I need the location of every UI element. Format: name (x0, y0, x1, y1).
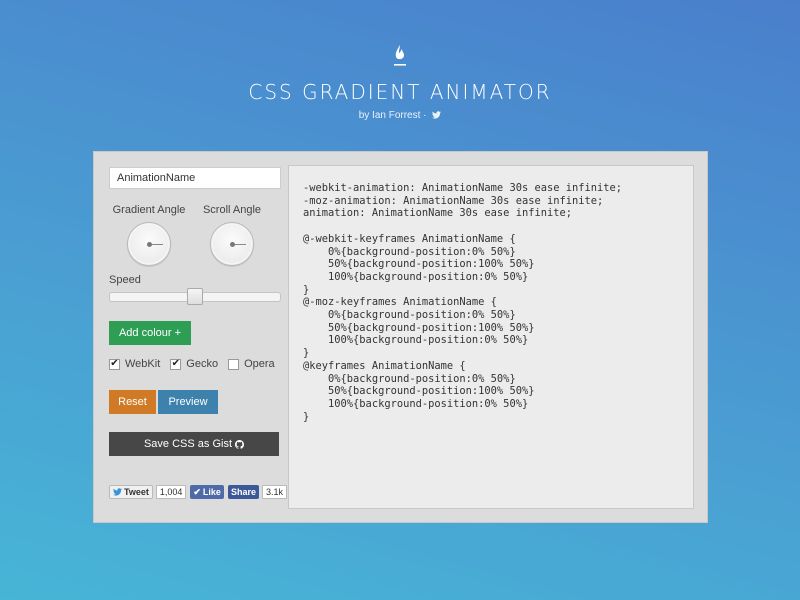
gradient-angle-knob[interactable] (127, 222, 171, 266)
knob-center (230, 242, 235, 247)
share-button[interactable]: Share (227, 485, 259, 499)
like-label: Like (202, 487, 221, 497)
checkbox-checked-icon[interactable]: ✔ (170, 358, 182, 370)
speed-slider-thumb[interactable] (187, 288, 203, 305)
tweet-count: 1,004 (155, 485, 187, 499)
twitter-bird-icon[interactable] (432, 111, 442, 119)
opera-label: Opera (244, 358, 275, 370)
css-code-output[interactable]: -webkit-animation: AnimationName 30s eas… (288, 165, 694, 509)
add-colour-button[interactable]: Add colour + (109, 321, 191, 345)
animation-name-input[interactable] (109, 167, 281, 189)
share-count: 3.1k (261, 485, 287, 499)
webkit-label: WebKit (125, 358, 161, 370)
vendor-prefix-checkboxes: ✔ WebKit ✔ Gecko Opera (109, 358, 285, 370)
social-buttons: Tweet 1,004 ✔ Like Share 3.1k (109, 485, 287, 499)
twitter-bird-icon (113, 488, 122, 496)
tweet-button[interactable]: Tweet (109, 485, 153, 499)
scroll-angle-label: Scroll Angle (202, 204, 262, 216)
generator-panel: Gradient Angle Scroll Angle Speed Add co… (93, 151, 708, 523)
like-button[interactable]: ✔ Like (190, 485, 224, 499)
webkit-checkbox[interactable]: ✔ WebKit (109, 358, 160, 370)
knob-center (147, 242, 152, 247)
checkbox-unchecked-icon[interactable] (228, 358, 240, 370)
tweet-label: Tweet (124, 487, 149, 497)
byline: by Ian Forrest · (0, 110, 800, 121)
flame-icon (394, 45, 406, 66)
like-check-icon: ✔ (193, 486, 201, 497)
gecko-checkbox[interactable]: ✔ Gecko (170, 358, 218, 370)
gecko-label: Gecko (186, 358, 219, 370)
checkbox-checked-icon[interactable]: ✔ (109, 358, 120, 370)
author-link[interactable]: by Ian Forrest · (359, 110, 427, 121)
save-gist-label: Save CSS as Gist (143, 438, 233, 450)
reset-button[interactable]: Reset (109, 390, 156, 414)
scroll-angle-knob[interactable] (210, 222, 254, 266)
gradient-angle-label: Gradient Angle (112, 204, 186, 216)
speed-label: Speed (109, 274, 141, 286)
page-title: CSS GRADIENT ANIMATOR (248, 80, 552, 104)
preview-button[interactable]: Preview (158, 390, 218, 414)
github-icon (235, 439, 245, 449)
save-gist-button[interactable]: Save CSS as Gist (109, 432, 279, 456)
opera-checkbox[interactable]: Opera (228, 358, 275, 370)
